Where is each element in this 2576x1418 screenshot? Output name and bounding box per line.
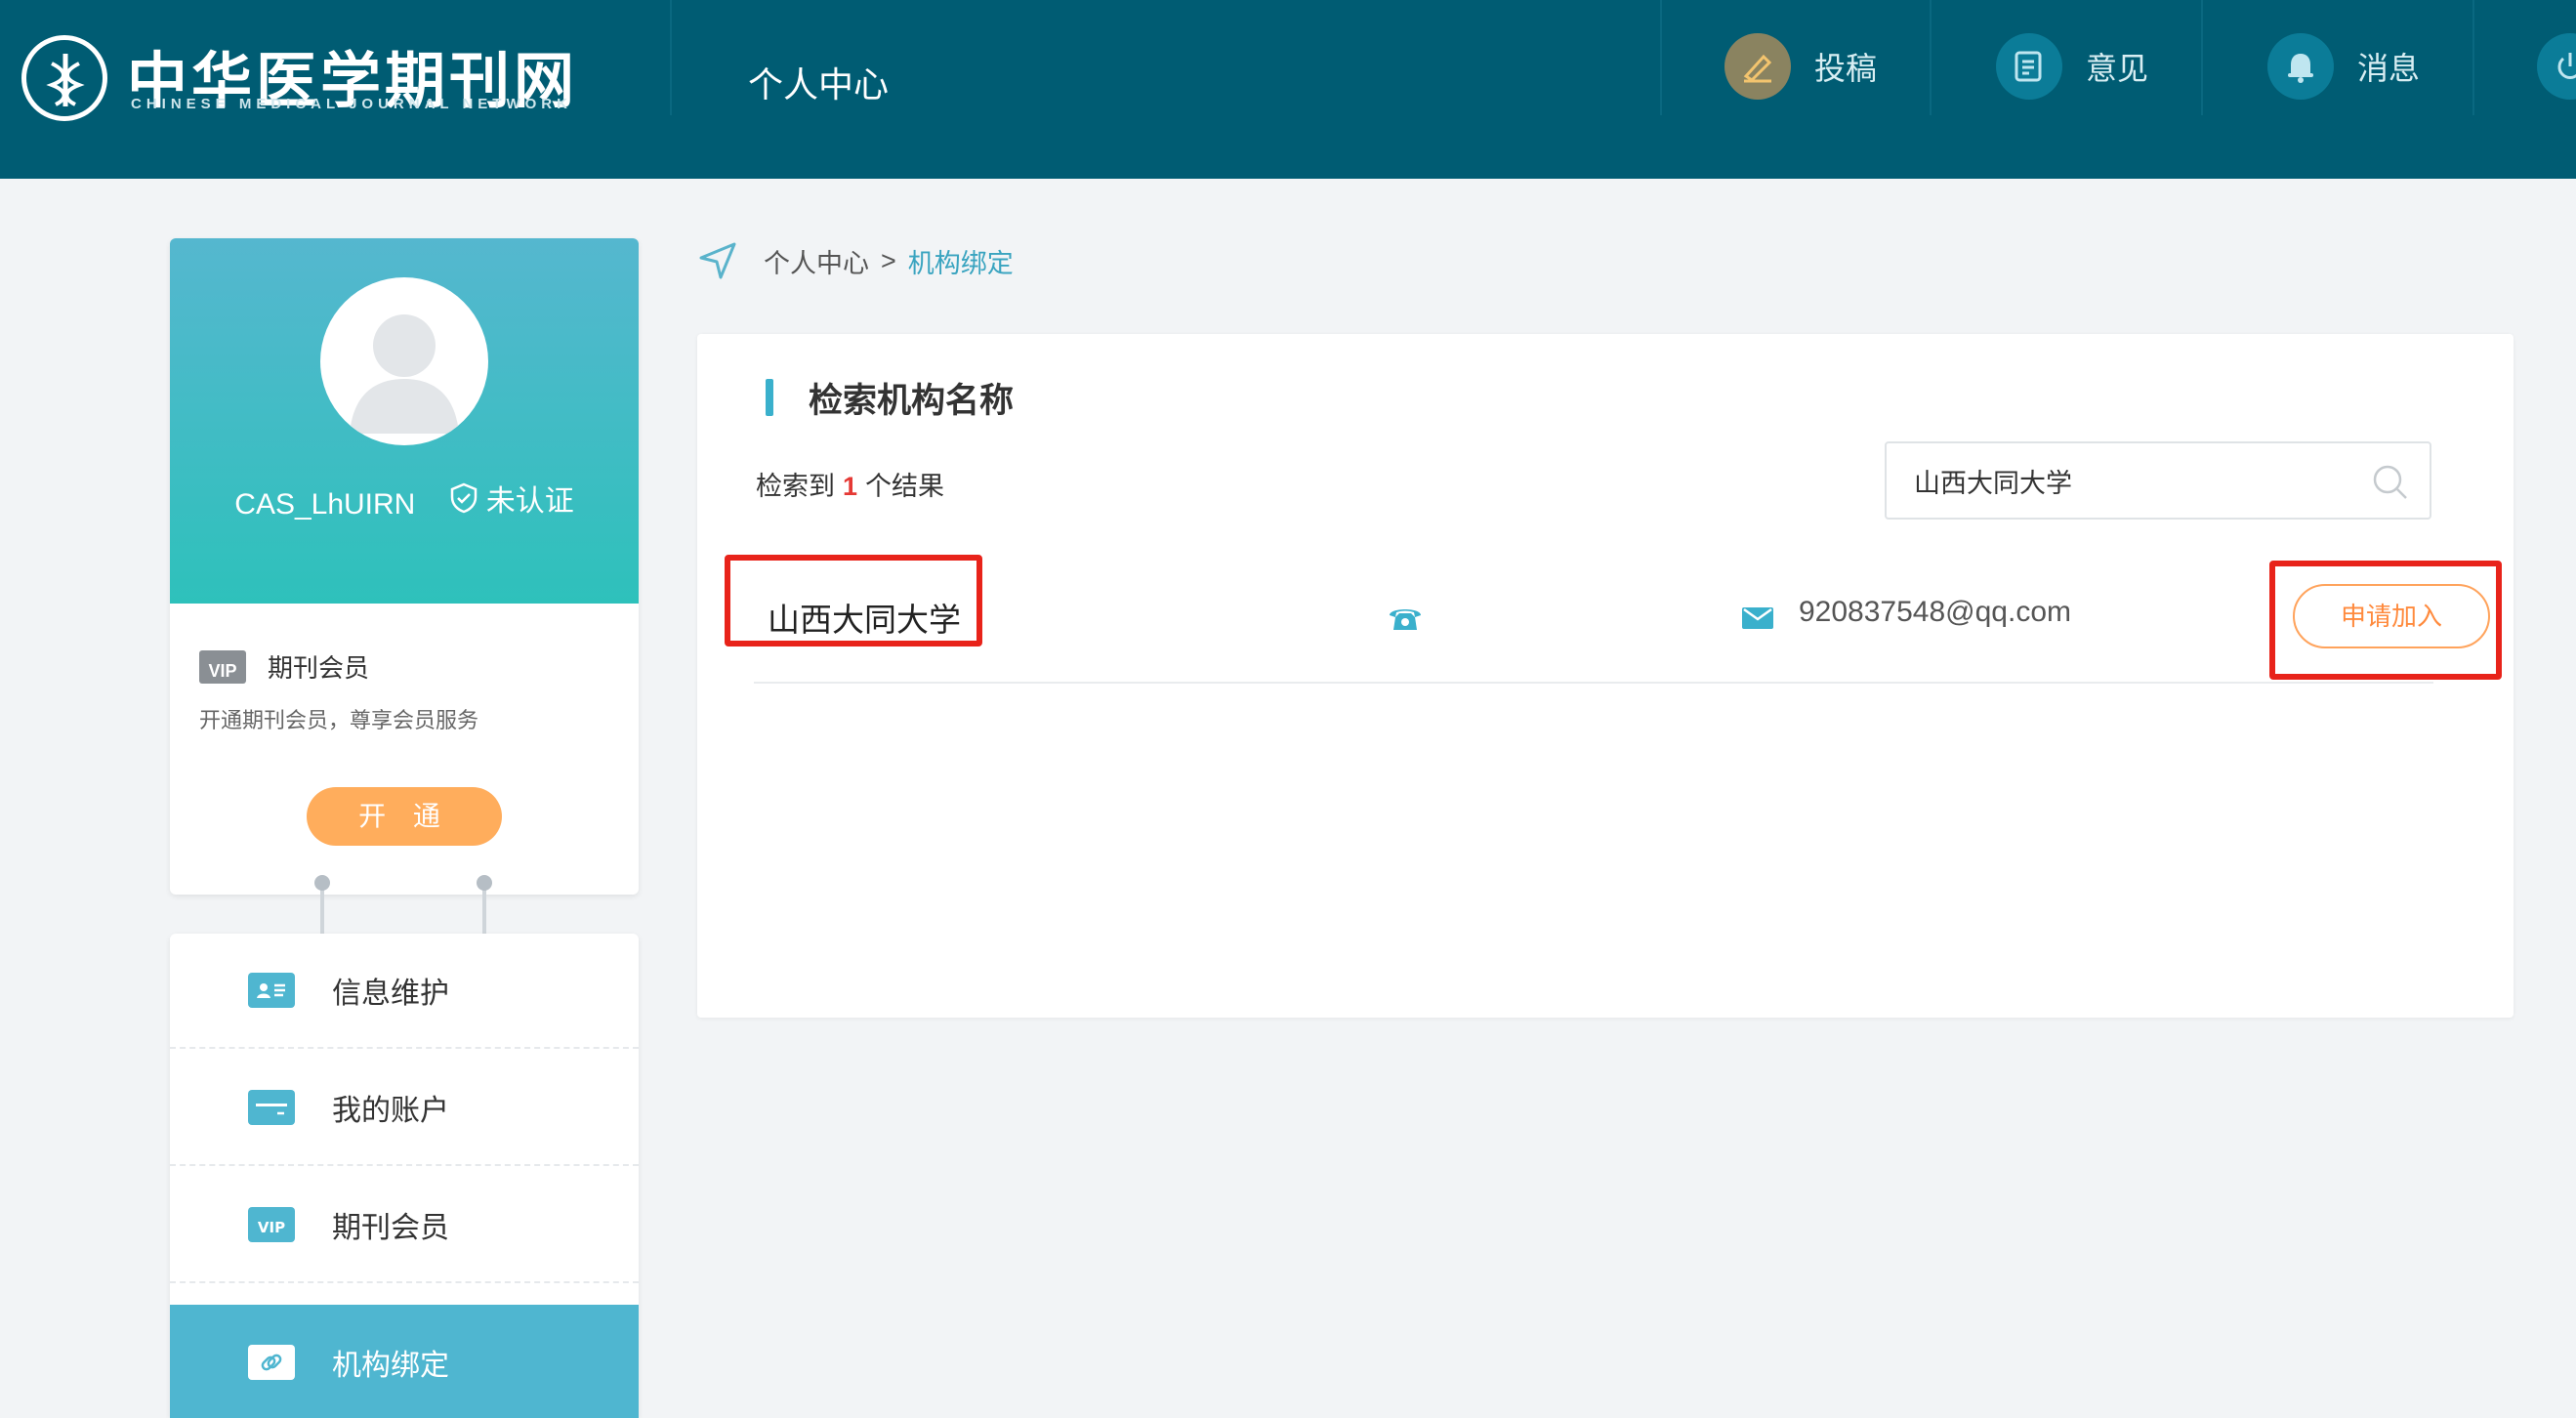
- header-divider: [1930, 0, 1932, 115]
- menu-item-account[interactable]: 我的账户: [170, 1051, 639, 1166]
- open-membership-button[interactable]: 开 通: [307, 787, 502, 846]
- vip-row: VIP 期刊会员: [199, 648, 369, 685]
- search-icon[interactable]: [2371, 463, 2410, 502]
- breadcrumb-current: 机构绑定: [907, 248, 1014, 278]
- breadcrumb-root[interactable]: 个人中心: [764, 242, 869, 280]
- messages-button[interactable]: 消息: [2267, 33, 2420, 100]
- vip-icon: VIP: [248, 1207, 295, 1242]
- result-count: 检索到 1 个结果: [756, 465, 944, 503]
- institution-email[interactable]: 920837548@qq.com: [1799, 596, 2071, 629]
- search-box[interactable]: [1885, 441, 2431, 520]
- vip-title: 期刊会员: [268, 653, 370, 683]
- menu-item-membership[interactable]: VIP 期刊会员: [170, 1168, 639, 1283]
- result-suffix: 个结果: [865, 472, 945, 501]
- header-divider: [2472, 0, 2474, 115]
- wallet-card-icon: [248, 1090, 295, 1125]
- logo-english-name: CHINESE MEDICAL JOURNAL NETWORK: [131, 96, 572, 112]
- svg-text:VIP: VIP: [258, 1219, 285, 1236]
- institution-search-card: 检索机构名称 检索到 1个结果 山西大同大学 920837548@qq.com 申…: [697, 334, 2514, 1018]
- bell-icon: [2267, 33, 2334, 100]
- result-prefix: 检索到: [756, 472, 835, 501]
- power-icon: [2537, 33, 2576, 100]
- menu-item-label: 我的账户: [332, 1095, 449, 1127]
- menu-item-institution-binding[interactable]: 机构绑定: [170, 1305, 639, 1418]
- chain-decoration: [314, 875, 330, 891]
- menu-item-info[interactable]: 信息维护: [170, 934, 639, 1049]
- verify-status-text: 未认证: [485, 485, 574, 518]
- top-header: 中华医学期刊网 CHINESE MEDICAL JOURNAL NETWORK …: [0, 0, 2576, 179]
- shield-icon: [450, 482, 477, 514]
- apply-join-button[interactable]: 申请加入: [2293, 584, 2490, 648]
- link-icon: [248, 1345, 295, 1380]
- title-accent-bar: [766, 379, 773, 416]
- submit-label: 投稿: [1814, 51, 1878, 86]
- menu-item-label: 期刊会员: [332, 1212, 449, 1244]
- result-number: 1: [843, 472, 858, 501]
- feedback-icon: [1996, 33, 2062, 100]
- username: CAS_LhUIRN: [234, 488, 416, 521]
- profile-card: CAS_LhUIRN 未认证 VIP 期刊会员 开通期刊会员，尊享会员服务 开 …: [170, 238, 639, 895]
- avatar[interactable]: [320, 277, 488, 445]
- id-card-icon: [248, 973, 295, 1008]
- submit-manuscript-button[interactable]: 投稿: [1724, 33, 1877, 100]
- mail-icon: [1742, 607, 1773, 629]
- menu-item-label: 信息维护: [332, 978, 449, 1010]
- card-title: 检索机构名称: [809, 382, 1015, 420]
- search-input[interactable]: [1914, 459, 2363, 502]
- header-divider: [2201, 0, 2203, 115]
- username-row: CAS_LhUIRN 未认证: [170, 477, 639, 521]
- verify-status-link[interactable]: 未认证: [449, 477, 574, 520]
- header-divider: [670, 0, 672, 115]
- header-divider: [1660, 0, 1662, 115]
- chain-decoration: [477, 875, 492, 891]
- highlight-box: [725, 555, 982, 646]
- site-logo[interactable]: 中华医学期刊网 CHINESE MEDICAL JOURNAL NETWORK: [21, 31, 574, 129]
- feedback-button[interactable]: 意见: [1996, 33, 2148, 100]
- result-row: 山西大同大学 920837548@qq.com 申请加入: [725, 555, 2502, 684]
- vip-icon: VIP: [199, 649, 246, 684]
- navigation-arrow-icon: [699, 242, 736, 279]
- profile-header: CAS_LhUIRN 未认证: [170, 238, 639, 604]
- vip-description: 开通期刊会员，尊享会员服务: [199, 708, 479, 732]
- phone-icon: [1390, 609, 1421, 630]
- side-menu: 信息维护 我的账户 VIP 期刊会员 机构绑定: [170, 934, 639, 1418]
- logo-emblem-icon: [21, 35, 107, 121]
- feedback-label: 意见: [2086, 51, 2149, 86]
- pen-icon: [1724, 33, 1791, 100]
- logout-button[interactable]: [2537, 33, 2576, 100]
- breadcrumb: 个人中心 > 机构绑定: [697, 240, 1014, 281]
- breadcrumb-separator: >: [881, 245, 896, 275]
- messages-label: 消息: [2357, 51, 2421, 86]
- header-page-title: 个人中心: [748, 64, 890, 104]
- menu-item-label: 机构绑定: [332, 1350, 449, 1382]
